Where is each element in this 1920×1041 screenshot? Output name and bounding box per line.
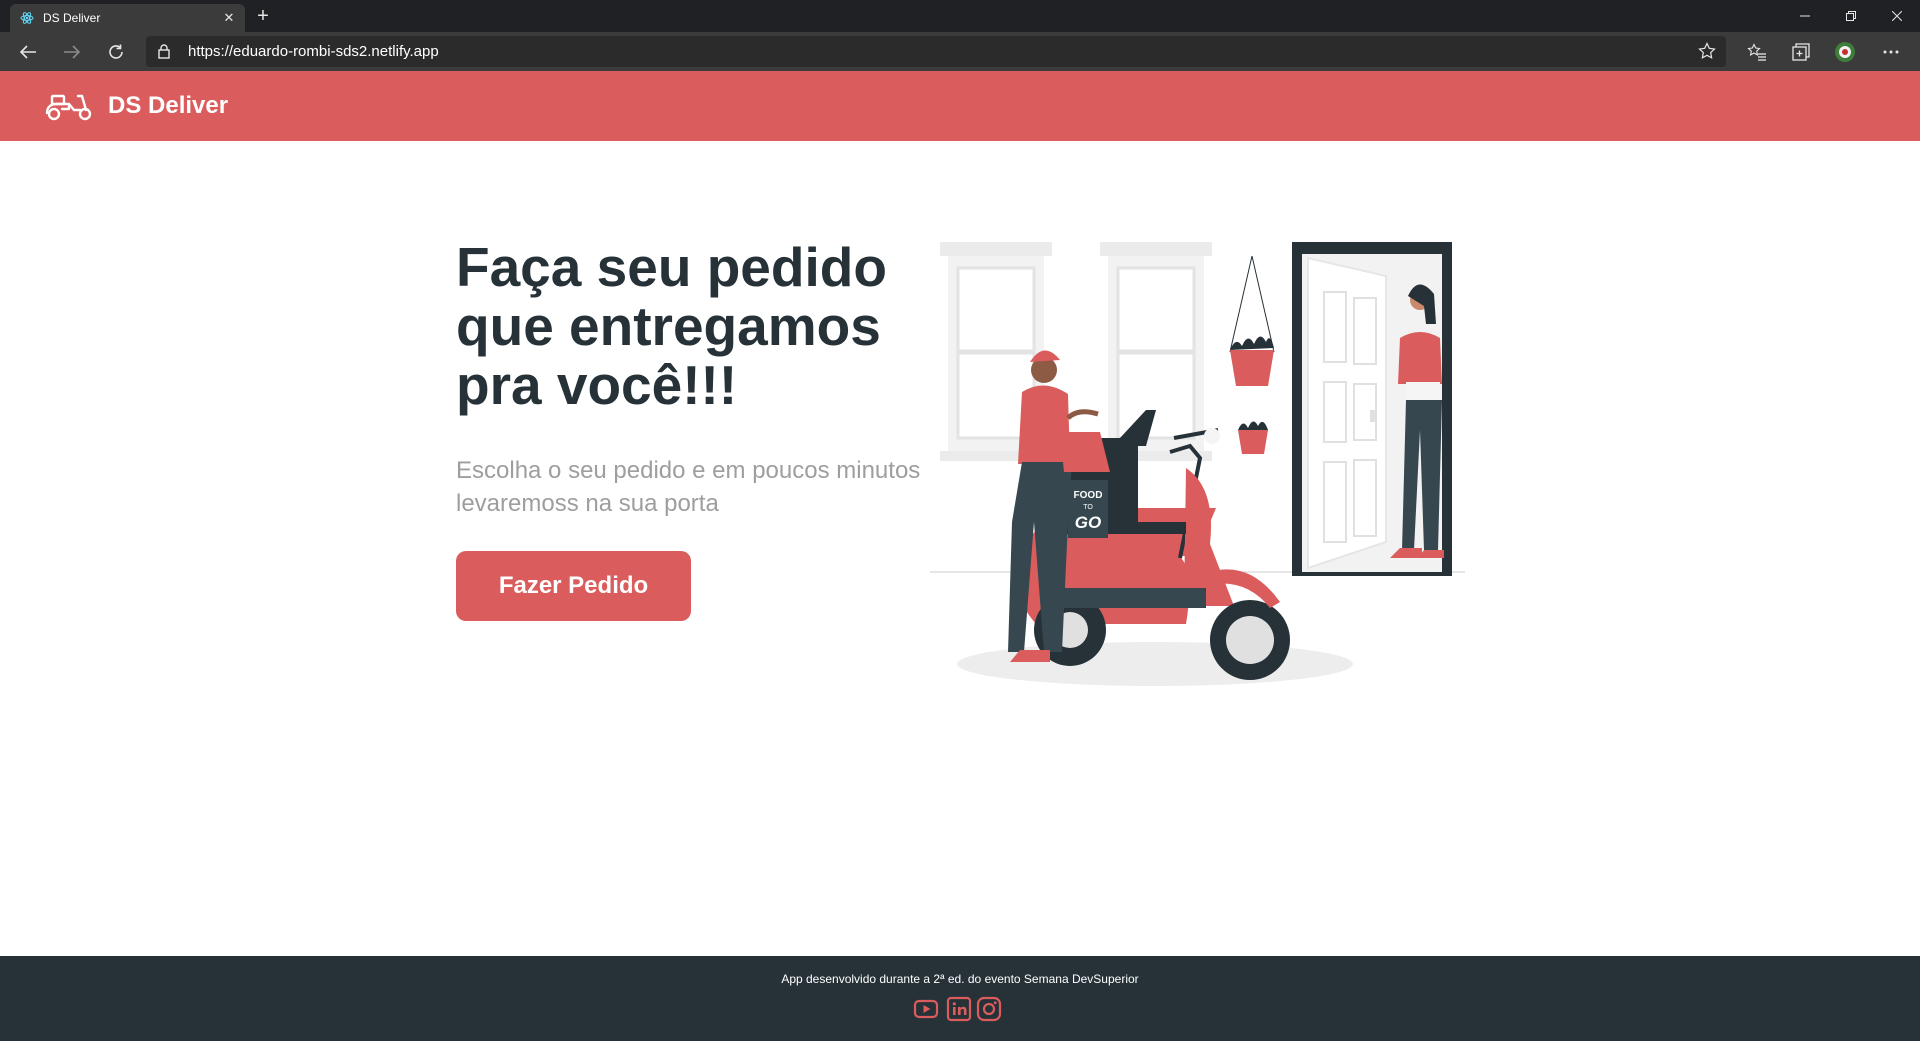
favorites-icon[interactable] [1746, 41, 1768, 63]
favorite-star-icon[interactable] [1698, 42, 1716, 65]
minimize-icon[interactable] [1782, 0, 1828, 32]
footer-text: App desenvolvido durante a 2ª ed. do eve… [781, 972, 1139, 986]
hero-title: Faça seu pedido que entregamos pra você!… [456, 236, 887, 416]
collections-icon[interactable] [1790, 41, 1812, 63]
profile-avatar-icon[interactable] [1834, 41, 1856, 63]
browser-toolbar: https://eduardo-rombi-sds2.netlify.app [0, 32, 1920, 71]
close-window-icon[interactable] [1874, 0, 1920, 32]
hero-subtitle: Escolha o seu pedido e em poucos minutos… [456, 457, 921, 517]
react-icon [20, 11, 34, 25]
tab-title: DS Deliver [43, 11, 101, 25]
hanging-plants [1229, 255, 1275, 454]
new-tab-button[interactable]: + [252, 6, 274, 28]
lock-icon [158, 44, 170, 64]
window-right [1100, 242, 1212, 461]
box-label-food: FOOD [1074, 490, 1103, 501]
browser-tab-bar: DS Deliver ✕ + [0, 0, 1920, 32]
brand-name[interactable]: DS Deliver [108, 92, 228, 120]
box-label-to: TO [1083, 504, 1093, 511]
reload-icon[interactable] [104, 40, 128, 64]
delivery-illustration: FOOD TO GO [930, 242, 1465, 686]
forward-icon[interactable] [60, 40, 84, 64]
close-tab-icon[interactable]: ✕ [221, 10, 237, 26]
instagram-icon[interactable] [976, 996, 1002, 1022]
back-icon[interactable] [16, 40, 40, 64]
linkedin-icon[interactable] [946, 996, 972, 1022]
browser-tab[interactable]: DS Deliver ✕ [10, 4, 245, 32]
scooter-logo-icon[interactable] [44, 90, 94, 122]
order-button[interactable]: Fazer Pedido [456, 551, 691, 621]
youtube-icon[interactable] [913, 996, 939, 1022]
address-bar[interactable]: https://eduardo-rombi-sds2.netlify.app [146, 36, 1726, 67]
box-label-go: GO [1075, 513, 1101, 532]
more-options-icon[interactable] [1880, 41, 1902, 63]
url-text[interactable]: https://eduardo-rombi-sds2.netlify.app [188, 43, 439, 60]
app-navbar: DS Deliver [0, 71, 1920, 141]
footer: App desenvolvido durante a 2ª ed. do eve… [0, 956, 1920, 1041]
restore-icon[interactable] [1828, 0, 1874, 32]
